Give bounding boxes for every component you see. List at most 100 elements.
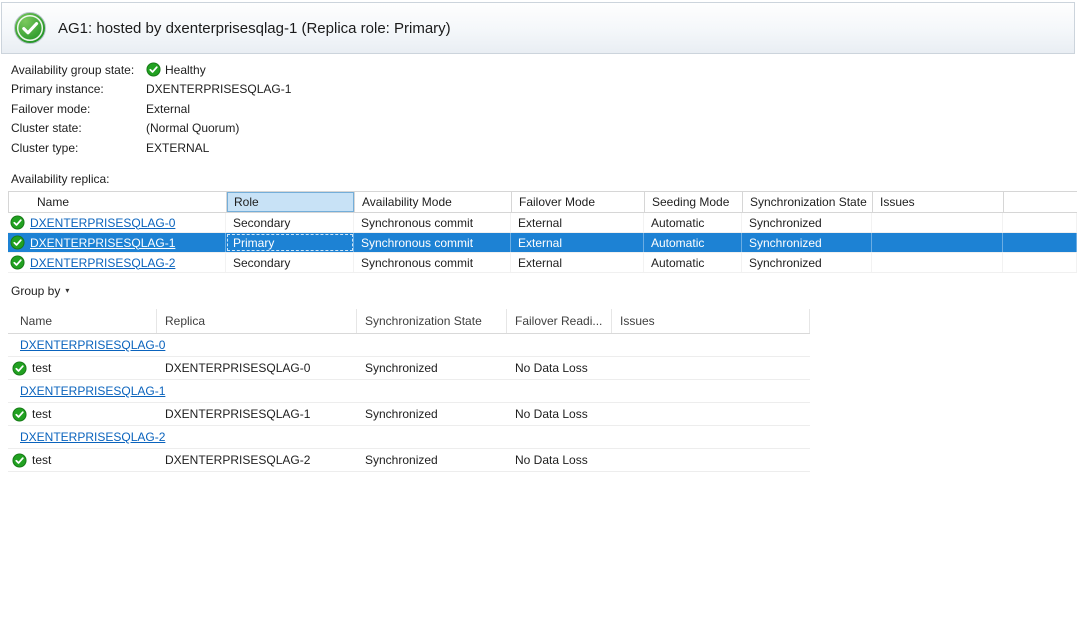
database-row[interactable]: test DXENTERPRISESQLAG-0 Synchronized No… <box>8 357 810 380</box>
summary-label: Primary instance: <box>11 82 146 96</box>
database-group-header[interactable]: DXENTERPRISESQLAG-0 <box>8 334 810 357</box>
replica-healthy-icon <box>10 255 25 270</box>
replica-name-cell: DXENTERPRISESQLAG-1 <box>8 233 226 252</box>
ag-healthy-icon <box>13 11 47 45</box>
replica-issues <box>872 213 1003 232</box>
replica-failover-mode: External <box>511 213 644 232</box>
column-header-name[interactable]: Name <box>9 192 227 212</box>
availability-replica-label: Availability replica: <box>11 172 110 186</box>
replica-synchronization-state: Synchronized <box>742 213 872 232</box>
replica-role: Primary <box>226 233 354 252</box>
database-replica: DXENTERPRISESQLAG-2 <box>157 449 357 471</box>
replica-synchronization-state: Synchronized <box>742 233 872 252</box>
column-header-db-issues[interactable]: Issues <box>612 309 810 333</box>
replica-issues <box>872 253 1003 272</box>
replica-role: Secondary <box>226 253 354 272</box>
database-issues <box>612 403 810 425</box>
column-header-db-replica[interactable]: Replica <box>157 309 357 333</box>
column-header-seeding-mode[interactable]: Seeding Mode <box>645 192 743 212</box>
database-row[interactable]: test DXENTERPRISESQLAG-2 Synchronized No… <box>8 449 810 472</box>
replica-table-header: Name Role Availability Mode Failover Mod… <box>8 191 1077 213</box>
column-header-db-name[interactable]: Name <box>8 309 157 333</box>
healthy-state-icon <box>146 62 161 77</box>
replica-failover-mode: External <box>511 253 644 272</box>
database-group-header[interactable]: DXENTERPRISESQLAG-1 <box>8 380 810 403</box>
database-synchronization-state: Synchronized <box>357 403 507 425</box>
database-name-cell: test <box>8 357 157 379</box>
database-healthy-icon <box>12 453 27 468</box>
replica-row[interactable]: DXENTERPRISESQLAG-0 Secondary Synchronou… <box>8 213 1077 233</box>
replica-availability-mode: Synchronous commit <box>354 253 511 272</box>
summary-label: Failover mode: <box>11 102 146 116</box>
replica-seeding-mode: Automatic <box>644 253 742 272</box>
database-group-header[interactable]: DXENTERPRISESQLAG-2 <box>8 426 810 449</box>
replica-role: Secondary <box>226 213 354 232</box>
summary-label: Cluster state: <box>11 121 146 135</box>
replica-table: Name Role Availability Mode Failover Mod… <box>8 191 1077 273</box>
replica-availability-mode: Synchronous commit <box>354 213 511 232</box>
database-name-cell: test <box>8 449 157 471</box>
replica-filler-cell <box>1003 253 1077 272</box>
database-row[interactable]: test DXENTERPRISESQLAG-1 Synchronized No… <box>8 403 810 426</box>
replica-filler-cell <box>1003 233 1077 252</box>
replica-availability-mode: Synchronous commit <box>354 233 511 252</box>
summary-row-failover-mode: Failover mode: External <box>11 99 291 119</box>
replica-seeding-mode: Automatic <box>644 233 742 252</box>
replica-name-cell: DXENTERPRISESQLAG-2 <box>8 253 226 272</box>
database-failover-readiness: No Data Loss <box>507 357 612 379</box>
replica-name-link[interactable]: DXENTERPRISESQLAG-0 <box>30 216 175 230</box>
summary-panel: Availability group state: Healthy Primar… <box>11 60 291 158</box>
replica-issues <box>872 233 1003 252</box>
replica-row-selected[interactable]: DXENTERPRISESQLAG-1 Primary Synchronous … <box>8 233 1077 253</box>
summary-row-group-state: Availability group state: Healthy <box>11 60 291 80</box>
replica-synchronization-state: Synchronized <box>742 253 872 272</box>
summary-label: Cluster type: <box>11 141 146 155</box>
replica-name-cell: DXENTERPRISESQLAG-0 <box>8 213 226 232</box>
replica-filler-cell <box>1003 213 1077 232</box>
database-synchronization-state: Synchronized <box>357 357 507 379</box>
column-header-synchronization-state[interactable]: Synchronization State <box>743 192 873 212</box>
summary-value: Healthy <box>165 63 206 77</box>
column-header-failover-mode[interactable]: Failover Mode <box>512 192 645 212</box>
column-header-issues[interactable]: Issues <box>873 192 1004 212</box>
database-group-link[interactable]: DXENTERPRISESQLAG-1 <box>20 384 165 398</box>
summary-value: DXENTERPRISESQLAG-1 <box>146 82 291 96</box>
database-replica: DXENTERPRISESQLAG-0 <box>157 357 357 379</box>
database-failover-readiness: No Data Loss <box>507 403 612 425</box>
summary-row-cluster-state: Cluster state: (Normal Quorum) <box>11 119 291 139</box>
replica-name-link[interactable]: DXENTERPRISESQLAG-2 <box>30 256 175 270</box>
column-header-db-synchronization-state[interactable]: Synchronization State <box>357 309 507 333</box>
column-header-role[interactable]: Role <box>227 192 355 212</box>
summary-value: EXTERNAL <box>146 141 209 155</box>
database-synchronization-state: Synchronized <box>357 449 507 471</box>
database-issues <box>612 357 810 379</box>
group-by-button[interactable]: Group by ▾ <box>11 284 69 298</box>
database-table-header: Name Replica Synchronization State Failo… <box>8 309 810 334</box>
replica-name-link[interactable]: DXENTERPRISESQLAG-1 <box>30 236 175 250</box>
database-name: test <box>32 453 51 467</box>
summary-row-primary-instance: Primary instance: DXENTERPRISESQLAG-1 <box>11 80 291 100</box>
summary-value: External <box>146 102 190 116</box>
ag-title: AG1: hosted by dxenterprisesqlag-1 (Repl… <box>58 20 451 37</box>
database-group-link[interactable]: DXENTERPRISESQLAG-0 <box>20 338 165 352</box>
summary-value: (Normal Quorum) <box>146 121 239 135</box>
database-issues <box>612 449 810 471</box>
column-header-availability-mode[interactable]: Availability Mode <box>355 192 512 212</box>
ag-header-banner: AG1: hosted by dxenterprisesqlag-1 (Repl… <box>1 2 1075 54</box>
database-name-cell: test <box>8 403 157 425</box>
replica-row[interactable]: DXENTERPRISESQLAG-2 Secondary Synchronou… <box>8 253 1077 273</box>
database-replica: DXENTERPRISESQLAG-1 <box>157 403 357 425</box>
group-by-label: Group by <box>11 284 60 298</box>
database-healthy-icon <box>12 407 27 422</box>
database-table: Name Replica Synchronization State Failo… <box>8 309 810 472</box>
replica-seeding-mode: Automatic <box>644 213 742 232</box>
chevron-down-icon: ▾ <box>65 287 69 295</box>
database-group-link[interactable]: DXENTERPRISESQLAG-2 <box>20 430 165 444</box>
database-name: test <box>32 407 51 421</box>
column-header-db-failover-readiness[interactable]: Failover Readi... <box>507 309 612 333</box>
database-name: test <box>32 361 51 375</box>
replica-healthy-icon <box>10 235 25 250</box>
replica-failover-mode: External <box>511 233 644 252</box>
database-failover-readiness: No Data Loss <box>507 449 612 471</box>
summary-label: Availability group state: <box>11 63 146 77</box>
